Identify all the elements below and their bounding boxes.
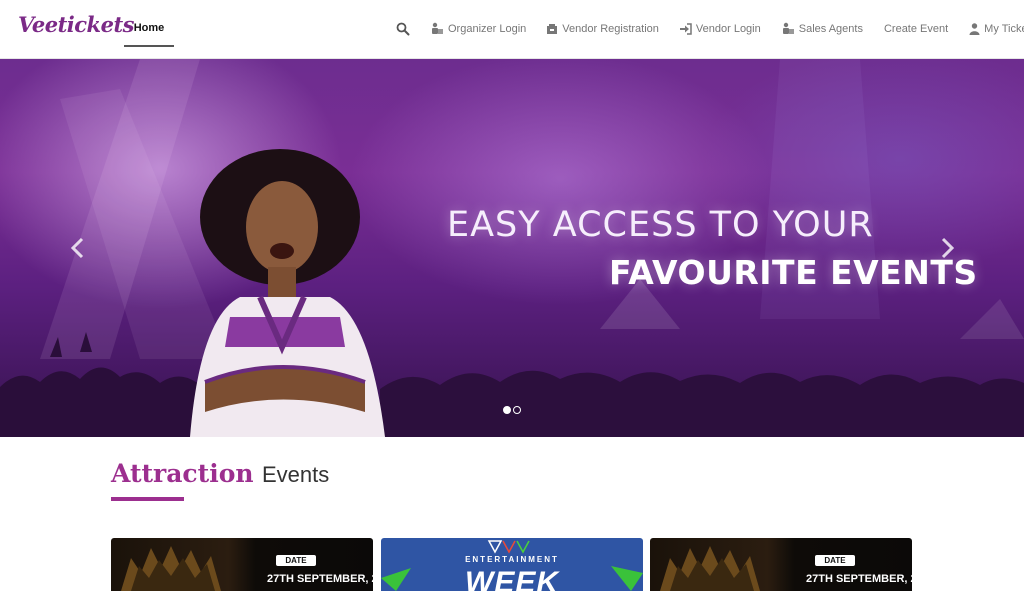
nav-create-event-label: Create Event [883, 22, 949, 35]
event-card-banner-main: WEEK [465, 566, 559, 591]
chevron-right-icon[interactable] [937, 236, 957, 260]
sign-in-icon [679, 22, 692, 35]
nav-sales-agents-label: Sales Agents [798, 22, 863, 35]
event-card-banner-top: ENTERTAINMENT [465, 555, 559, 564]
hero-person-image [190, 149, 385, 437]
nav-create-event[interactable]: Create Event [884, 23, 948, 35]
carousel-indicators [503, 406, 521, 414]
site-header: Veetickets Home Organizer Login Vendor R… [0, 0, 1024, 59]
vendor-icon [547, 23, 558, 34]
organizer-icon [432, 22, 443, 34]
nav-vendor-registration[interactable]: Vendor Registration [546, 23, 659, 35]
agent-icon [782, 22, 794, 34]
section-title-rest: Events [262, 462, 330, 487]
section-title-underline [111, 497, 184, 501]
user-icon [969, 22, 980, 35]
nav-my-tickets-label: My Tickets [984, 22, 1024, 35]
event-date: 27TH SEPTEMBER, 2025 [806, 573, 912, 585]
crowd-silhouette [0, 332, 1024, 437]
nav-sales-agents[interactable]: Sales Agents [782, 22, 863, 35]
hero-carousel: EASY ACCESS TO YOUR FAVOURITE EVENTS [0, 59, 1024, 437]
logo-text: Veetickets [18, 12, 135, 37]
main-nav: Organizer Login Vendor Registration Vend… [430, 22, 1024, 35]
event-date: 27TH SEPTEMBER, 2025 [267, 573, 373, 585]
nav-organizer-login[interactable]: Organizer Login [431, 22, 526, 35]
date-badge: DATE [815, 555, 855, 566]
event-card[interactable]: DATE 27TH SEPTEMBER, 2025 [111, 538, 373, 591]
site-logo[interactable]: Veetickets [18, 12, 135, 37]
date-badge: DATE [276, 555, 316, 566]
search-icon[interactable] [396, 22, 410, 36]
nav-vendor-login[interactable]: Vendor Login [679, 23, 761, 35]
chevron-left-icon[interactable] [68, 236, 88, 260]
carousel-dot-2[interactable] [513, 406, 521, 414]
nav-organizer-login-label: Organizer Login [448, 22, 527, 35]
hero-headline-line1: EASY ACCESS TO YOUR [447, 205, 874, 245]
section-title-bold: Attraction [111, 459, 254, 488]
nav-vendor-registration-label: Vendor Registration [562, 22, 659, 35]
carousel-dot-1[interactable] [503, 406, 511, 414]
section-title: Attraction Events [111, 459, 329, 488]
nav-home[interactable]: Home [124, 0, 174, 47]
event-card[interactable]: ENTERTAINMENT WEEK [381, 538, 643, 591]
event-card[interactable]: DATE 27TH SEPTEMBER, 2025 [650, 538, 912, 591]
hero-headline-line2: FAVOURITE EVENTS [609, 253, 978, 292]
nav-my-tickets[interactable]: My Tickets [969, 23, 1024, 35]
nav-vendor-login-label: Vendor Login [695, 22, 761, 35]
